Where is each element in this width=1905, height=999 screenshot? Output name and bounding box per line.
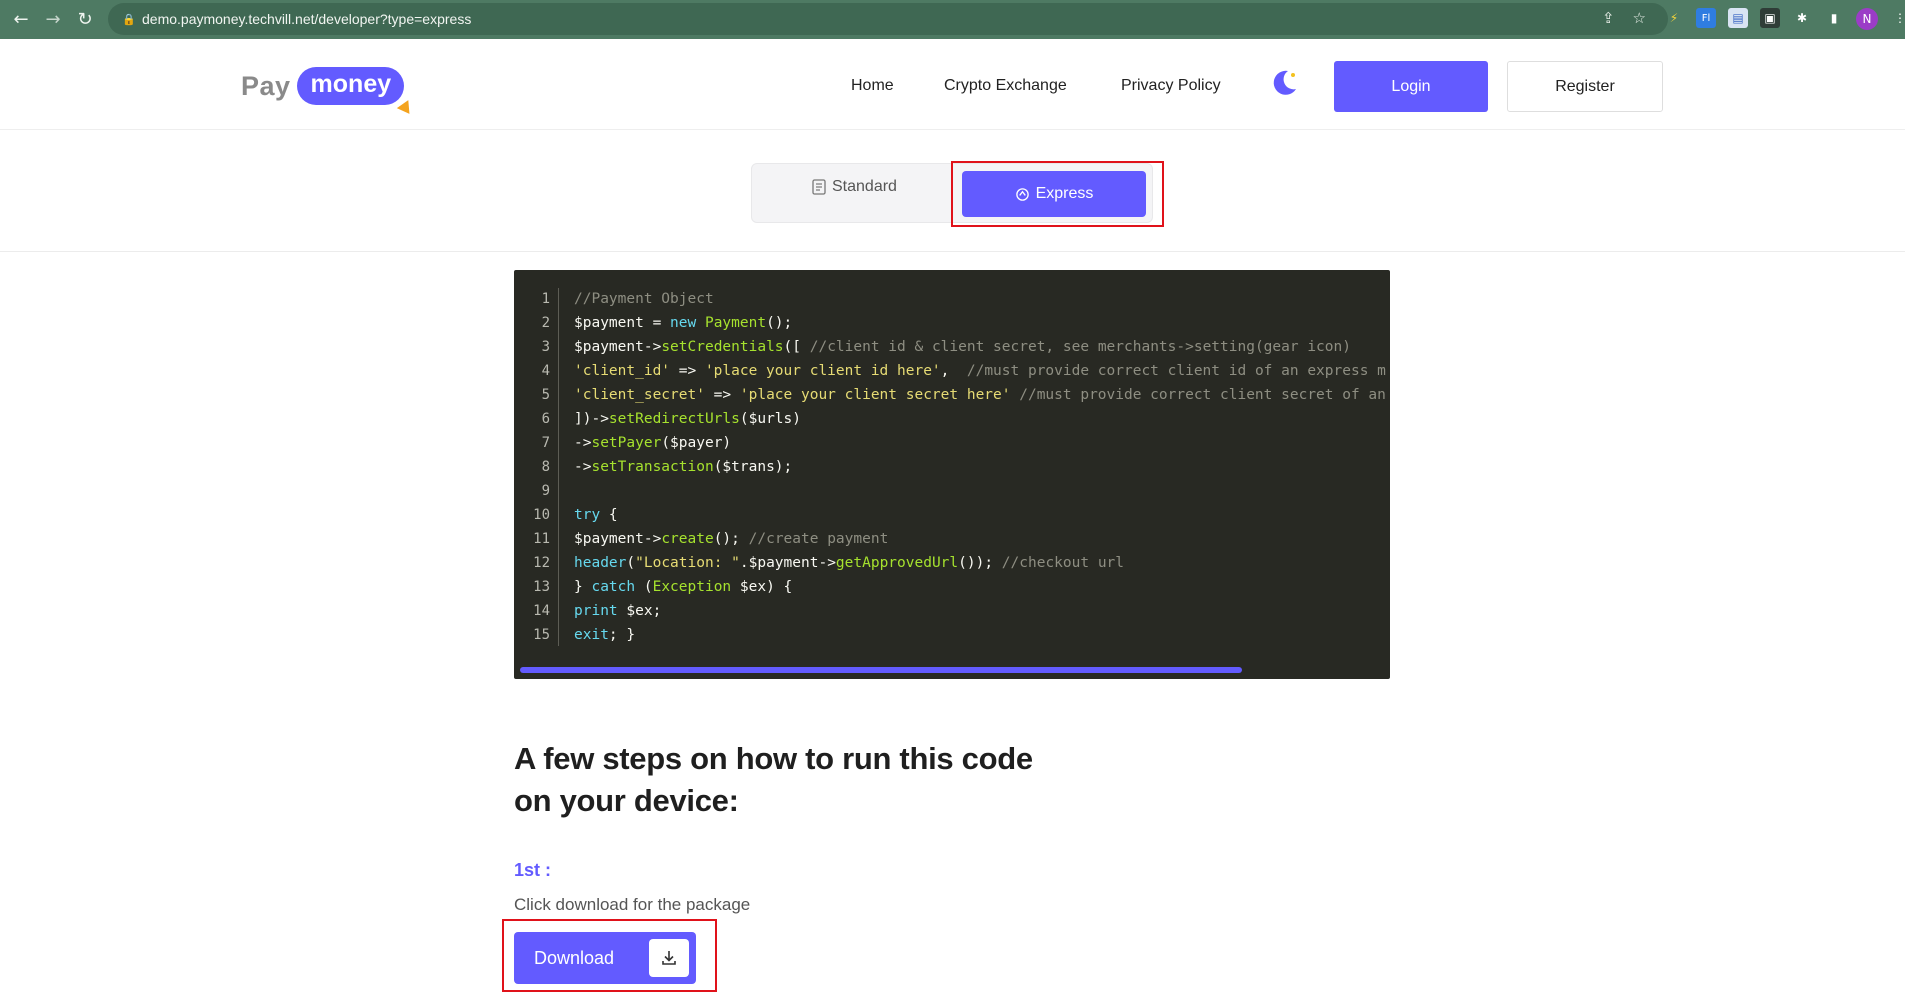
line-number: 6 (541, 411, 550, 427)
code-line: ])->setRedirectUrls($urls) (574, 411, 801, 427)
tab-standard-label: Standard (832, 178, 897, 195)
extension-square-icon[interactable]: ▣ (1760, 8, 1780, 28)
extension-doc-icon[interactable]: ▤ (1728, 8, 1748, 28)
code-line: print $ex; (574, 603, 662, 619)
line-number: 2 (541, 315, 550, 331)
nav-crypto-exchange[interactable]: Crypto Exchange (944, 77, 1067, 95)
profile-avatar[interactable]: N (1856, 8, 1878, 30)
code-line: $payment = new Payment(); (574, 315, 793, 331)
line-number: 10 (533, 507, 550, 523)
code-line: try { (574, 507, 618, 523)
tab-standard[interactable]: Standard (812, 178, 897, 196)
download-button-highlight (502, 919, 717, 992)
line-number: 15 (533, 627, 550, 643)
nav-home[interactable]: Home (851, 77, 894, 95)
step-number: 1st : (514, 860, 552, 880)
forward-icon[interactable]: → (42, 9, 64, 31)
code-line: $payment->setCredentials([ //client id &… (574, 339, 1351, 355)
logo-money-text: money (310, 70, 392, 98)
line-number: 7 (541, 435, 550, 451)
site-header: Pay money Home Crypto Exchange Privacy P… (0, 39, 1905, 130)
extensions-puzzle-icon[interactable]: ✱ (1792, 8, 1812, 28)
login-button[interactable]: Login (1334, 61, 1488, 112)
code-line: ->setTransaction($trans); (574, 459, 793, 475)
logo-pay-text: Pay (241, 70, 291, 101)
document-icon (812, 179, 826, 195)
code-line: } catch (Exception $ex) { (574, 579, 793, 595)
nav-privacy-policy[interactable]: Privacy Policy (1121, 77, 1221, 95)
step-description: Click download for the package (514, 895, 751, 914)
bookmark-star-icon[interactable]: ☆ (1633, 9, 1646, 27)
code-lines[interactable]: //Payment Object $payment = new Payment()… (574, 287, 1386, 647)
line-numbers: 1 2 3 4 5 6 7 8 9 10 11 12 13 14 15 (514, 287, 550, 647)
lock-icon: 🔒 (122, 13, 136, 26)
code-line: $payment->create(); //create payment (574, 531, 889, 547)
line-number: 9 (541, 483, 550, 499)
line-number: 3 (541, 339, 550, 355)
express-tab-highlight (951, 161, 1164, 227)
code-line: //Payment Object (574, 291, 714, 307)
register-button[interactable]: Register (1507, 61, 1663, 112)
steps-heading: A few steps on how to run this code on y… (514, 741, 1033, 818)
line-number: 13 (533, 579, 550, 595)
paymoney-logo[interactable]: Pay money (241, 67, 416, 118)
line-number: 4 (541, 363, 550, 379)
code-line: 'client_id' => 'place your client id her… (574, 363, 1386, 379)
code-horizontal-scrollbar[interactable] (520, 667, 1242, 673)
back-icon[interactable]: ← (10, 9, 32, 31)
code-line: exit; } (574, 627, 636, 643)
code-block: 1 2 3 4 5 6 7 8 9 10 11 12 13 14 15 //Pa… (514, 270, 1390, 679)
url-text: demo.paymoney.techvill.net/developer?typ… (142, 11, 472, 27)
logo-cursor-icon (396, 100, 416, 118)
share-icon[interactable]: ⇪ (1602, 9, 1615, 27)
line-number: 8 (541, 459, 550, 475)
code-line: 'client_secret' => 'place your client se… (574, 387, 1386, 403)
address-bar[interactable]: 🔒 demo.paymoney.techvill.net/developer?t… (108, 3, 1668, 35)
extension-translate-icon[interactable]: Fl (1696, 8, 1716, 28)
code-line: header("Location: ".$payment->getApprove… (574, 555, 1125, 571)
extension-bolt-icon[interactable]: ⚡ (1664, 8, 1684, 28)
code-line: ->setPayer($payer) (574, 435, 732, 451)
logo-money-badge: money (296, 67, 416, 118)
line-number: 1 (541, 291, 550, 307)
line-number: 14 (533, 603, 550, 619)
line-number: 11 (533, 531, 550, 547)
dark-mode-moon-icon[interactable] (1268, 67, 1300, 99)
menu-kebab-icon[interactable]: ⋮ (1890, 8, 1905, 28)
browser-toolbar: ← → ↻ 🔒 demo.paymoney.techvill.net/devel… (0, 0, 1905, 39)
side-panel-icon[interactable]: ▮ (1824, 8, 1844, 28)
line-number: 5 (541, 387, 550, 403)
line-number: 12 (533, 555, 550, 571)
gutter-divider (558, 288, 559, 646)
reload-icon[interactable]: ↻ (74, 9, 96, 31)
